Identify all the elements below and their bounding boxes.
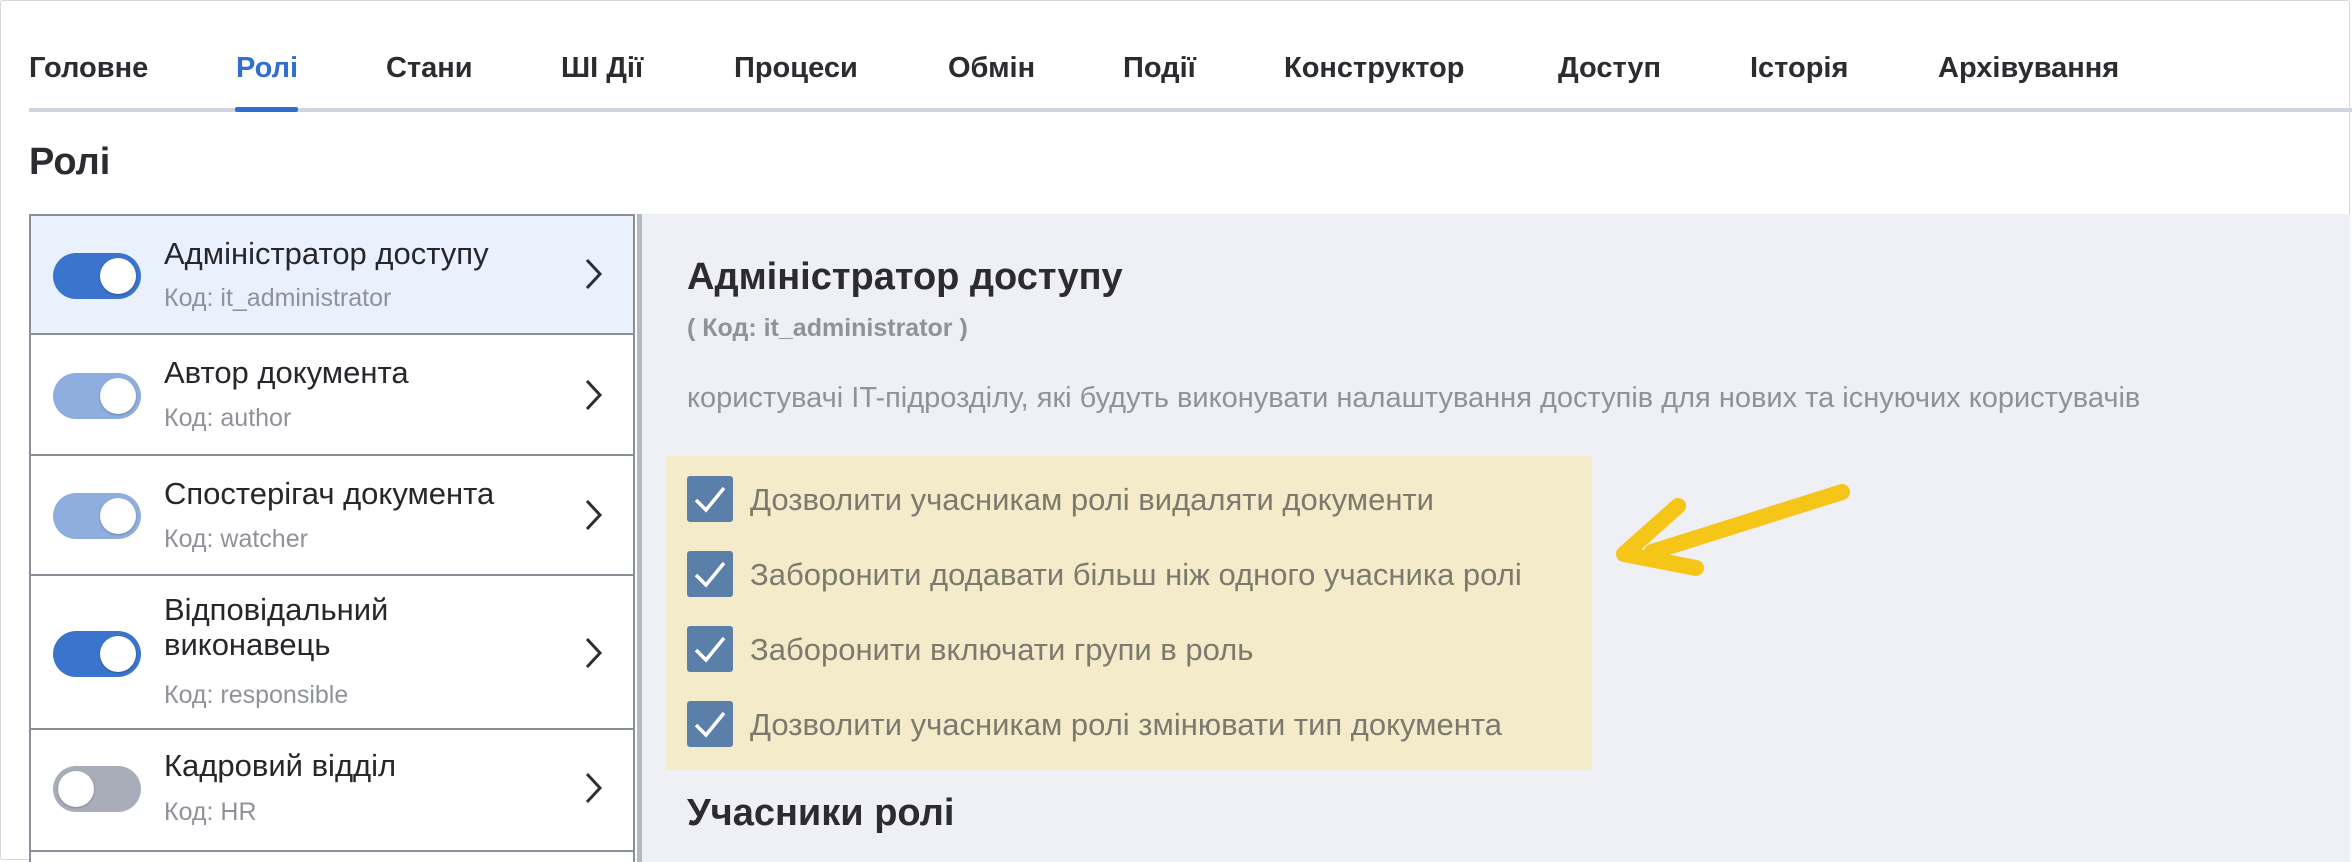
arrow-left-icon: [1616, 484, 1850, 576]
role-item-author[interactable]: Автор документа Код: author: [29, 333, 635, 456]
role-toggle[interactable]: [53, 373, 141, 419]
role-toggle[interactable]: [53, 766, 141, 812]
tab-exchange[interactable]: Обмін: [948, 52, 1035, 85]
tab-history[interactable]: Історія: [1750, 52, 1848, 85]
role-item-watcher[interactable]: Спостерігач документа Код: watcher: [29, 454, 635, 576]
role-toggle[interactable]: [53, 253, 141, 299]
checkbox-checked[interactable]: [687, 476, 733, 522]
role-name-line1: Відповідальний: [164, 592, 389, 627]
role-list: Адміністратор доступу Код: it_administra…: [29, 214, 637, 862]
role-item-partial[interactable]: [29, 850, 635, 862]
tab-archiving[interactable]: Архівування: [1938, 52, 2119, 85]
role-item-hr[interactable]: Кадровий відділ Код: HR: [29, 728, 635, 852]
role-detail-panel: Адміністратор доступу ( Код: it_administ…: [642, 214, 2350, 862]
active-tab-indicator: [235, 107, 298, 112]
role-detail-code: ( Код: it_administrator ): [687, 314, 968, 342]
checkbox-checked[interactable]: [687, 551, 733, 597]
toggle-knob: [100, 498, 136, 534]
role-code: Код: responsible: [164, 681, 349, 709]
role-name-line2: виконавець: [164, 627, 331, 662]
chevron-right-icon: [585, 772, 603, 804]
tab-roles[interactable]: Ролі: [236, 52, 298, 85]
role-detail-title: Адміністратор доступу: [687, 256, 1123, 298]
tab-states[interactable]: Стани: [386, 52, 473, 85]
option-label: Заборонити включати групи в роль: [750, 632, 1254, 667]
page-title: Ролі: [29, 141, 111, 183]
toggle-knob: [100, 378, 136, 414]
role-toggle[interactable]: [53, 493, 141, 539]
role-code: Код: watcher: [164, 525, 308, 553]
role-name: Автор документа: [164, 355, 409, 390]
members-section-title: Учасники ролі: [687, 792, 955, 834]
tab-ai-actions[interactable]: ШІ Дії: [561, 52, 643, 85]
role-code: Код: it_administrator: [164, 284, 392, 312]
tab-home[interactable]: Головне: [29, 52, 148, 85]
role-item-it-administrator[interactable]: Адміністратор доступу Код: it_administra…: [29, 214, 635, 335]
toggle-knob: [58, 771, 94, 807]
chevron-right-icon: [585, 637, 603, 669]
chevron-right-icon: [585, 379, 603, 411]
toggle-knob: [100, 636, 136, 672]
role-item-responsible[interactable]: Відповідальний виконавець Код: responsib…: [29, 574, 635, 730]
top-tab-bar: Головне Ролі Стани ШІ Дії Процеси Обмін …: [29, 0, 2352, 114]
toggle-knob: [100, 258, 136, 294]
chevron-right-icon: [585, 499, 603, 531]
option-label: Дозволити учасникам ролі видаляти докуме…: [750, 482, 1434, 517]
tab-bar-rule: [29, 108, 2352, 112]
checkmark-icon: [694, 486, 726, 513]
checkmark-icon: [694, 636, 726, 663]
chevron-right-icon: [585, 258, 603, 290]
role-name: Спостерігач документа: [164, 476, 495, 511]
tab-constructor[interactable]: Конструктор: [1284, 52, 1465, 85]
role-code: Код: author: [164, 404, 292, 432]
checkmark-icon: [694, 711, 726, 738]
role-options-highlight: Дозволити учасникам ролі видаляти докуме…: [666, 456, 1592, 770]
role-name: Кадровий відділ: [164, 748, 397, 783]
role-name: Адміністратор доступу: [164, 236, 489, 271]
tab-processes[interactable]: Процеси: [734, 52, 858, 85]
checkbox-checked[interactable]: [687, 626, 733, 672]
role-code: Код: HR: [164, 798, 257, 826]
checkbox-checked[interactable]: [687, 701, 733, 747]
checkmark-icon: [694, 561, 726, 588]
option-label: Дозволити учасникам ролі змінювати тип д…: [750, 707, 1502, 742]
option-label: Заборонити додавати більш ніж одного уча…: [750, 557, 1522, 592]
tab-events[interactable]: Події: [1123, 52, 1196, 85]
role-toggle[interactable]: [53, 631, 141, 677]
tab-access[interactable]: Доступ: [1558, 52, 1661, 85]
role-description: користувачі IT-підрозділу, які будуть ви…: [687, 382, 2141, 414]
